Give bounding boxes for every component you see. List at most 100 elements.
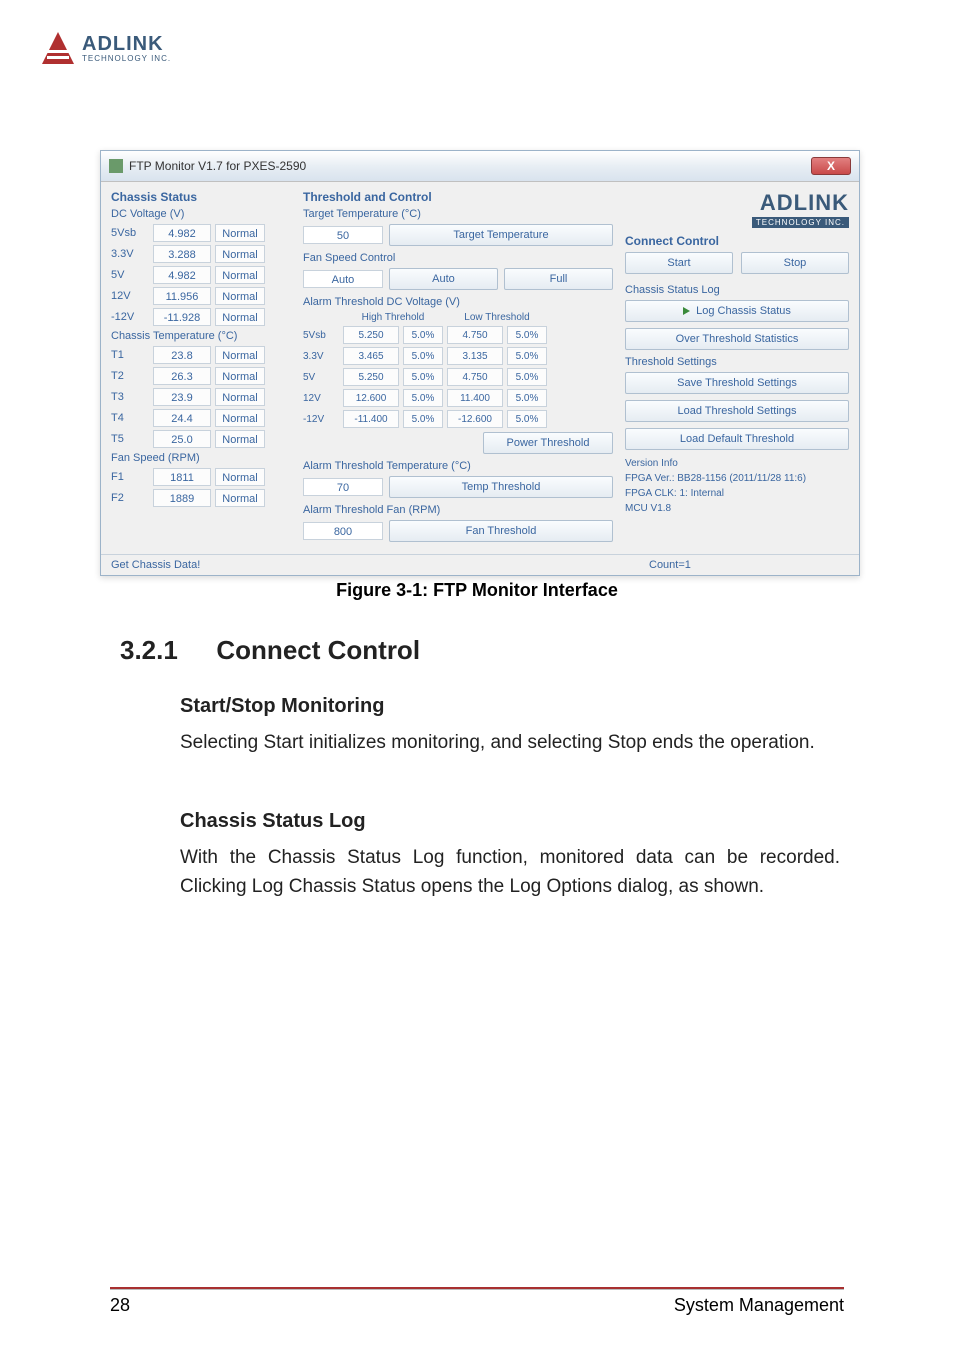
load-default-button[interactable]: Load Default Threshold [625, 428, 849, 450]
low-threshold-header: Low Threshold [447, 312, 547, 323]
dc-name: 5V [111, 269, 149, 281]
fan-threshold-button[interactable]: Fan Threshold [389, 520, 613, 542]
th-row-name: 5Vsb [303, 330, 339, 341]
version-info: Version Info FPGA Ver.: BB28-1156 (2011/… [625, 456, 849, 516]
section-number: 3.2.1 [120, 635, 178, 665]
temp-value: 24.4 [153, 409, 211, 427]
target-temp-button[interactable]: Target Temperature [389, 224, 613, 246]
th-low-v[interactable]: 3.135 [447, 347, 503, 365]
fan-control-label: Fan Speed Control [303, 252, 613, 264]
start-button[interactable]: Start [625, 252, 733, 274]
chassis-status-title: Chassis Status [111, 190, 291, 204]
dc-state: Normal [215, 266, 265, 284]
th-high-p[interactable]: 5.0% [403, 326, 443, 344]
target-temp-label: Target Temperature (°C) [303, 208, 613, 220]
brand-logo: ADLINK TECHNOLOGY INC. [625, 190, 849, 228]
temp-row: T424.4Normal [111, 409, 291, 427]
dc-row: -12V-11.928Normal [111, 308, 291, 326]
th-low-p[interactable]: 5.0% [507, 326, 547, 344]
th-high-v[interactable]: 12.600 [343, 389, 399, 407]
footer-section: System Management [674, 1295, 844, 1316]
brand-text: ADLINK [625, 190, 849, 216]
fan-name: F2 [111, 492, 149, 504]
app-icon [109, 159, 123, 173]
dc-row: 5V4.982Normal [111, 266, 291, 284]
th-low-v[interactable]: 4.750 [447, 368, 503, 386]
fpga-version: FPGA Ver.: BB28-1156 (2011/11/28 11:6) [625, 471, 849, 486]
temp-row: T323.9Normal [111, 388, 291, 406]
temp-name: T4 [111, 412, 149, 424]
page-logo-brand: ADLINK [82, 34, 171, 54]
log-chassis-status-button[interactable]: Log Chassis Status [625, 300, 849, 322]
th-low-v[interactable]: 11.400 [447, 389, 503, 407]
th-high-p[interactable]: 5.0% [403, 410, 443, 428]
figure-caption: Figure 3-1: FTP Monitor Interface [0, 580, 954, 601]
paragraph-2: With the Chassis Status Log function, mo… [180, 843, 840, 902]
dc-state: Normal [215, 287, 265, 305]
over-threshold-button[interactable]: Over Threshold Statistics [625, 328, 849, 350]
temp-value: 25.0 [153, 430, 211, 448]
temp-row: T226.3Normal [111, 367, 291, 385]
fan-auto-button[interactable]: Auto [389, 268, 498, 290]
window-title: FTP Monitor V1.7 for PXES-2590 [129, 159, 306, 173]
close-button[interactable]: X [811, 157, 851, 175]
load-threshold-button[interactable]: Load Threshold Settings [625, 400, 849, 422]
dc-name: 3.3V [111, 248, 149, 260]
dc-name: -12V [111, 311, 149, 323]
page-number: 28 [110, 1295, 130, 1316]
fan-full-button[interactable]: Full [504, 268, 613, 290]
temp-row: T525.0Normal [111, 430, 291, 448]
dc-state: Normal [215, 245, 265, 263]
dc-value: 11.956 [153, 287, 211, 305]
dc-name: 12V [111, 290, 149, 302]
dc-value: -11.928 [153, 308, 211, 326]
alarm-dc-label: Alarm Threshold DC Voltage (V) [303, 296, 613, 308]
th-low-v[interactable]: 4.750 [447, 326, 503, 344]
th-high-p[interactable]: 5.0% [403, 347, 443, 365]
th-high-v[interactable]: -11.400 [343, 410, 399, 428]
alarm-fan-input[interactable]: 800 [303, 522, 383, 540]
statusbar-count: Count=1 [649, 559, 849, 571]
alarm-temp-label: Alarm Threshold Temperature (°C) [303, 460, 613, 472]
target-temp-input[interactable]: 50 [303, 226, 383, 244]
th-high-v[interactable]: 5.250 [343, 326, 399, 344]
fpga-clk: FPGA CLK: 1: Internal [625, 486, 849, 501]
fan-state: Normal [215, 489, 265, 507]
temp-threshold-button[interactable]: Temp Threshold [389, 476, 613, 498]
th-low-p[interactable]: 5.0% [507, 410, 547, 428]
fan-mode-value: Auto [303, 270, 383, 288]
save-threshold-button[interactable]: Save Threshold Settings [625, 372, 849, 394]
th-high-p[interactable]: 5.0% [403, 389, 443, 407]
fan-state: Normal [215, 468, 265, 486]
power-threshold-button[interactable]: Power Threshold [483, 432, 613, 454]
th-high-p[interactable]: 5.0% [403, 368, 443, 386]
dc-value: 4.982 [153, 224, 211, 242]
dc-row: 5Vsb4.982Normal [111, 224, 291, 242]
fan-speed-label: Fan Speed (RPM) [111, 452, 291, 464]
th-low-p[interactable]: 5.0% [507, 368, 547, 386]
play-icon [683, 307, 690, 315]
temp-name: T2 [111, 370, 149, 382]
threshold-table: High Threhold Low Threshold 5Vsb5.2505.0… [303, 312, 613, 428]
stop-button[interactable]: Stop [741, 252, 849, 274]
th-low-p[interactable]: 5.0% [507, 347, 547, 365]
subsection-heading-a: Start/Stop Monitoring [180, 695, 840, 718]
connect-control-label: Connect Control [625, 234, 849, 248]
dc-voltage-label: DC Voltage (V) [111, 208, 291, 220]
th-high-v[interactable]: 3.465 [343, 347, 399, 365]
titlebar: FTP Monitor V1.7 for PXES-2590 X [101, 151, 859, 182]
th-low-p[interactable]: 5.0% [507, 389, 547, 407]
brand-sub: TECHNOLOGY INC. [752, 217, 849, 228]
alarm-temp-input[interactable]: 70 [303, 478, 383, 496]
version-label: Version Info [625, 456, 849, 471]
temp-value: 23.9 [153, 388, 211, 406]
threshold-title: Threshold and Control [303, 190, 613, 204]
th-low-v[interactable]: -12.600 [447, 410, 503, 428]
threshold-control-panel: Threshold and Control Target Temperature… [303, 190, 613, 548]
temp-value: 23.8 [153, 346, 211, 364]
paragraph-1: Selecting Start initializes monitoring, … [180, 728, 840, 757]
statusbar: Get Chassis Data! Count=1 [101, 554, 859, 575]
temp-name: T3 [111, 391, 149, 403]
temp-state: Normal [215, 430, 265, 448]
th-high-v[interactable]: 5.250 [343, 368, 399, 386]
